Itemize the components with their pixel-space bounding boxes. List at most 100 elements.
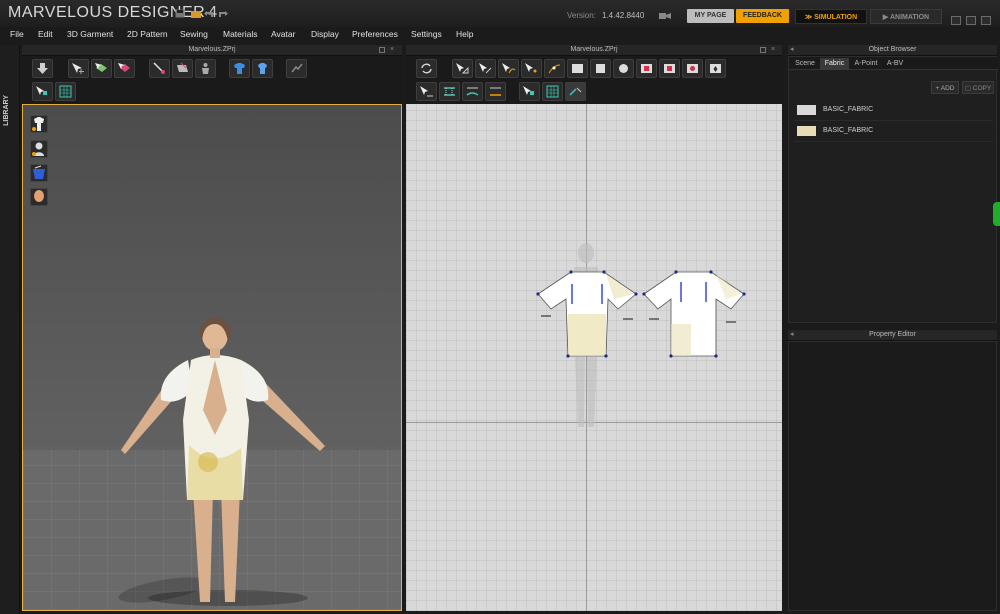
library-label: LIBRARY bbox=[3, 95, 10, 126]
fabric-swatch bbox=[797, 105, 816, 115]
segment-sewing-tool[interactable] bbox=[416, 82, 437, 101]
avatar-motion-tool[interactable] bbox=[286, 59, 307, 78]
transform-pattern-tool[interactable] bbox=[452, 59, 473, 78]
avatar-view-icon[interactable] bbox=[30, 140, 48, 158]
panel-3d-header: Marvelous.ZPrj × bbox=[22, 45, 402, 56]
pin-tool[interactable] bbox=[114, 59, 135, 78]
tab-scene[interactable]: Scene bbox=[792, 58, 818, 70]
title-bar: MARVELOUS DESIGNER4 Version: 1.4.42.8440… bbox=[0, 0, 1000, 27]
edit-curve-tool[interactable] bbox=[498, 59, 519, 78]
menu-2d-pattern[interactable]: 2D Pattern bbox=[127, 29, 168, 39]
internal-polygon-tool[interactable] bbox=[636, 59, 657, 78]
version-label: Version: bbox=[567, 11, 596, 20]
internal-circle-tool[interactable] bbox=[682, 59, 703, 78]
circle-tool[interactable] bbox=[613, 59, 634, 78]
simulation-chevron-icon: ≫ bbox=[804, 14, 815, 21]
select-move-tool[interactable] bbox=[68, 59, 89, 78]
menu-edit[interactable]: Edit bbox=[38, 29, 53, 39]
mesh-grid-tool[interactable] bbox=[55, 82, 76, 101]
restore-window-button[interactable] bbox=[966, 16, 976, 25]
feedback-button[interactable]: FEEDBACK bbox=[736, 9, 789, 23]
menu-display[interactable]: Display bbox=[311, 29, 339, 39]
menu-bar: File Edit 3D Garment 2D Pattern Sewing M… bbox=[0, 27, 1000, 45]
fabric-item[interactable]: BASIC_FABRIC bbox=[794, 122, 993, 142]
fabric-item[interactable]: BASIC_FABRIC bbox=[794, 101, 993, 121]
select-points-tool[interactable] bbox=[32, 82, 53, 101]
copy-fabric-button[interactable]: ▢ COPY bbox=[962, 81, 994, 94]
viewport-2d[interactable] bbox=[406, 104, 782, 611]
free-sewing-tool[interactable] bbox=[439, 82, 460, 101]
property-editor-header: ◂ Property Editor bbox=[788, 330, 997, 341]
toolbar-2d bbox=[406, 56, 782, 104]
add-fabric-button[interactable]: + ADD bbox=[931, 81, 959, 94]
status-indicator[interactable] bbox=[993, 202, 1000, 226]
rectangle-tool[interactable] bbox=[590, 59, 611, 78]
back-pattern[interactable] bbox=[643, 271, 745, 357]
menu-sewing[interactable]: Sewing bbox=[180, 29, 208, 39]
garment-blue-tool[interactable] bbox=[229, 59, 250, 78]
minimize-window-button[interactable] bbox=[951, 16, 961, 25]
panel-3d-float-button[interactable] bbox=[379, 47, 385, 53]
copy-icon: ▢ bbox=[964, 85, 973, 92]
version-value: 1.4.42.8440 bbox=[602, 11, 645, 20]
texture-grid-tool[interactable] bbox=[542, 82, 563, 101]
select-mesh-tool[interactable] bbox=[91, 59, 112, 78]
object-browser-tabs: Scene Fabric A-Point A-BV bbox=[789, 57, 998, 70]
menu-help[interactable]: Help bbox=[456, 29, 473, 39]
avatar-figure[interactable] bbox=[103, 210, 333, 611]
edit-pattern-tool[interactable] bbox=[475, 59, 496, 78]
polygon-tool[interactable] bbox=[567, 59, 588, 78]
skin-view-icon[interactable] bbox=[30, 188, 48, 206]
tab-a-point[interactable]: A-Point bbox=[851, 58, 881, 70]
fold-tool[interactable] bbox=[172, 59, 193, 78]
panel-2d-float-button[interactable] bbox=[760, 47, 766, 53]
object-browser: Scene Fabric A-Point A-BV + ADD ▢ COPY B… bbox=[788, 56, 998, 323]
copy-fabric-label: COPY bbox=[972, 85, 992, 92]
close-window-button[interactable] bbox=[981, 16, 991, 25]
avatar-pose-tool[interactable] bbox=[195, 59, 216, 78]
my-page-button[interactable]: MY PAGE bbox=[687, 9, 734, 23]
library-strip[interactable]: LIBRARY bbox=[0, 45, 20, 614]
panel-3d-title: Marvelous.ZPrj bbox=[188, 46, 236, 53]
animation-mode-button[interactable]: ▶ ANIMATION bbox=[870, 9, 942, 24]
texture-view-icon[interactable] bbox=[30, 164, 48, 182]
front-pattern[interactable] bbox=[537, 271, 637, 357]
garment-view-icon[interactable] bbox=[30, 115, 48, 133]
open-folder-icon[interactable] bbox=[191, 9, 201, 18]
save-icon[interactable] bbox=[175, 9, 185, 18]
select-2d-points-tool[interactable] bbox=[519, 82, 540, 101]
garment-tshirt-tool[interactable] bbox=[252, 59, 273, 78]
object-browser-header: ◂ Object Browser bbox=[788, 45, 997, 56]
dart-tool[interactable] bbox=[705, 59, 726, 78]
menu-3d-garment[interactable]: 3D Garment bbox=[67, 29, 113, 39]
refresh-pattern-tool[interactable] bbox=[416, 59, 437, 78]
pin-2d-tool[interactable] bbox=[565, 82, 586, 101]
redo-icon[interactable] bbox=[218, 9, 228, 18]
add-point-tool[interactable] bbox=[521, 59, 542, 78]
tab-a-bv[interactable]: A-BV bbox=[883, 58, 907, 70]
pattern-pieces[interactable] bbox=[526, 264, 751, 364]
elastic-tool[interactable] bbox=[485, 82, 506, 101]
property-editor bbox=[788, 341, 997, 611]
camera-icon[interactable] bbox=[659, 12, 671, 20]
menu-avatar[interactable]: Avatar bbox=[271, 29, 295, 39]
curve-point-tool[interactable] bbox=[544, 59, 565, 78]
panel-3d-close-icon[interactable]: × bbox=[390, 46, 396, 53]
viewport-3d[interactable] bbox=[22, 104, 402, 611]
menu-settings[interactable]: Settings bbox=[411, 29, 442, 39]
tack-tool[interactable] bbox=[149, 59, 170, 78]
toolbar-3d bbox=[22, 56, 402, 104]
menu-file[interactable]: File bbox=[10, 29, 24, 39]
my-page-label: MY PAGE bbox=[694, 12, 727, 19]
fabric-swatch bbox=[797, 126, 816, 136]
panel-2d-close-icon[interactable]: × bbox=[771, 46, 777, 53]
tab-fabric[interactable]: Fabric bbox=[820, 58, 849, 70]
menu-preferences[interactable]: Preferences bbox=[352, 29, 398, 39]
multi-sewing-tool[interactable] bbox=[462, 82, 483, 101]
simulate-down-tool[interactable] bbox=[32, 59, 53, 78]
undo-icon[interactable] bbox=[204, 9, 214, 18]
panel-2d-title: Marvelous.ZPrj bbox=[570, 46, 618, 53]
simulation-mode-button[interactable]: ≫ SIMULATION bbox=[795, 9, 867, 24]
internal-rectangle-tool[interactable] bbox=[659, 59, 680, 78]
menu-materials[interactable]: Materials bbox=[223, 29, 257, 39]
